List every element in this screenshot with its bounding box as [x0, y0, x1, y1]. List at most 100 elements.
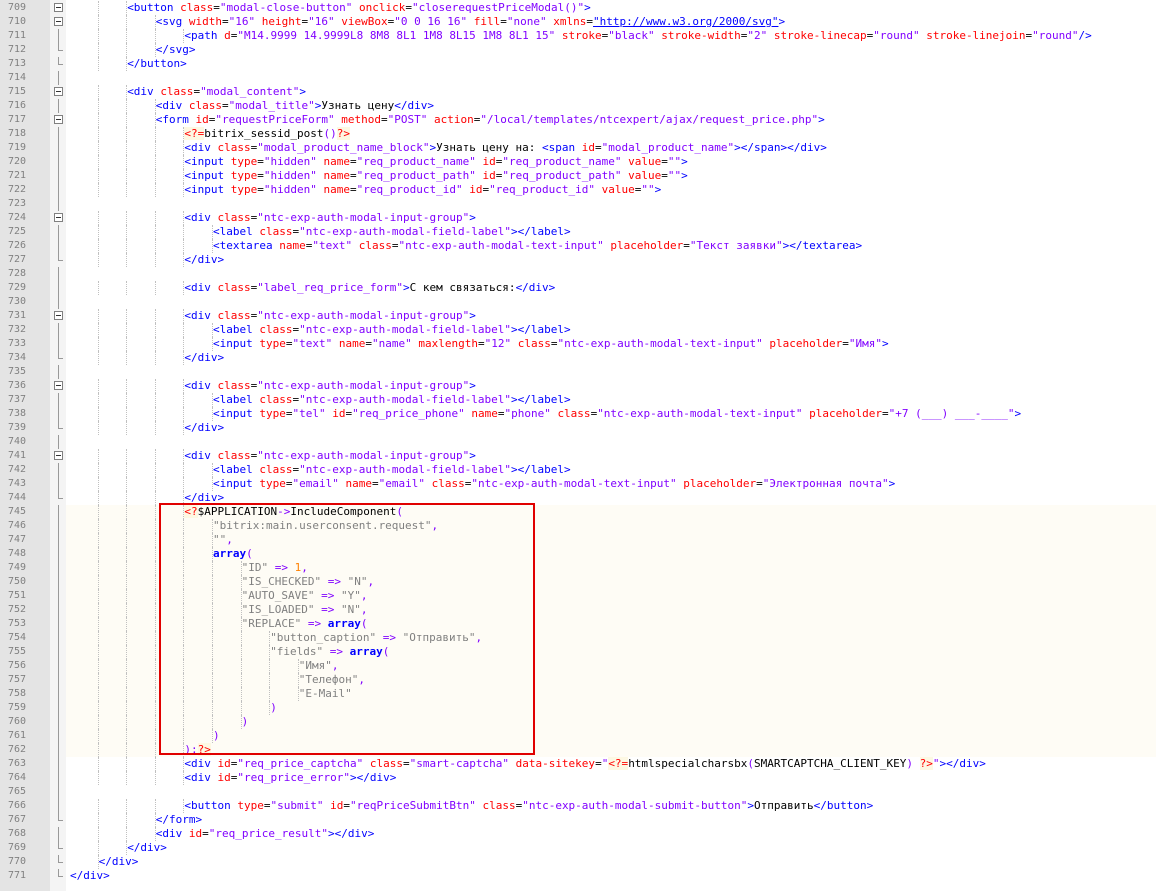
code-line[interactable]: 739 </div>: [0, 421, 1156, 435]
code-line[interactable]: 768 <div id="req_price_result"></div>: [0, 827, 1156, 841]
code-line[interactable]: 752 "IS_LOADED" => "N",: [0, 603, 1156, 617]
code-line[interactable]: 710 <svg width="16" height="16" viewBox="…: [0, 15, 1156, 29]
code-line[interactable]: 743 <input type="email" name="email" clas…: [0, 477, 1156, 491]
code-line[interactable]: 754 "button_caption" => "Отправить",: [0, 631, 1156, 645]
code-token: method: [341, 113, 382, 126]
code-line[interactable]: 763 <div id="req_price_captcha" class="sm…: [0, 757, 1156, 771]
code-editor[interactable]: 709 <button class="modal-close-button" on…: [0, 0, 1156, 891]
code-line[interactable]: 737 <label class="ntc-exp-auth-modal-fiel…: [0, 393, 1156, 407]
code-token: (: [360, 617, 368, 630]
code-line[interactable]: 759): [0, 701, 1156, 715]
fold-guide-icon: [58, 561, 59, 575]
code-line[interactable]: 753 "REPLACE" => array(: [0, 617, 1156, 631]
code-line[interactable]: 724 <div class="ntc-exp-auth-modal-input-…: [0, 211, 1156, 225]
code-token: "phone": [504, 407, 551, 420]
fold-toggle-icon[interactable]: [54, 213, 63, 222]
code-line[interactable]: 764 <div id="req_price_error"></div>: [0, 771, 1156, 785]
code-line[interactable]: 717 <form id="requestPriceForm" method="P…: [0, 113, 1156, 127]
code-line[interactable]: 711 <path d="M14.9999 14.9999L8 8M8 8L1 1…: [0, 29, 1156, 43]
fold-toggle-icon[interactable]: [54, 381, 63, 390]
code-token: >: [654, 183, 662, 196]
code-line[interactable]: 736 <div class="ntc-exp-auth-modal-input-…: [0, 379, 1156, 393]
code-line[interactable]: 762);?>: [0, 743, 1156, 757]
indent-guide: [212, 673, 213, 687]
code-line[interactable]: 718 <?=bitrix_sessid_post()?>: [0, 127, 1156, 141]
code-line[interactable]: 760): [0, 715, 1156, 729]
code-line[interactable]: 733 <input type="text" name="name" maxlen…: [0, 337, 1156, 351]
code-token: stroke: [561, 29, 602, 42]
code-line[interactable]: 756 "Имя",: [0, 659, 1156, 673]
code-line[interactable]: 727 </div>: [0, 253, 1156, 267]
code-line[interactable]: 745 <?$APPLICATION->IncludeComponent(: [0, 505, 1156, 519]
code-line[interactable]: 761): [0, 729, 1156, 743]
code-line[interactable]: 755 "fields" => array(: [0, 645, 1156, 659]
code-line[interactable]: 730: [0, 295, 1156, 309]
code-line[interactable]: 720 <input type="hidden" name="req_produc…: [0, 155, 1156, 169]
code-line[interactable]: 766 <button type="submit" id="reqPriceSub…: [0, 799, 1156, 813]
indent-guide: [97, 253, 99, 267]
fold-toggle-icon[interactable]: [54, 115, 63, 124]
code-line[interactable]: 744 </div>: [0, 491, 1156, 505]
code-line[interactable]: 771 </div>: [0, 869, 1156, 883]
code-line[interactable]: 716 <div class="modal_title">Узнать цену<…: [0, 99, 1156, 113]
code-line[interactable]: 713 </button>: [0, 57, 1156, 71]
code-line[interactable]: 721 <input type="hidden" name="req_produc…: [0, 169, 1156, 183]
code-line[interactable]: 735: [0, 365, 1156, 379]
code-line[interactable]: 765: [0, 785, 1156, 799]
code-line[interactable]: 747 "",: [0, 533, 1156, 547]
indent-guide: [97, 799, 99, 813]
code-token: =: [222, 15, 229, 28]
code-line[interactable]: 746 "bitrix:main.userconsent.request",: [0, 519, 1156, 533]
code-line[interactable]: 734 </div>: [0, 351, 1156, 365]
code-line[interactable]: 751 "AUTO_SAVE" => "Y",: [0, 589, 1156, 603]
code-line[interactable]: 770 </div>: [0, 855, 1156, 869]
indent-guide: [97, 155, 99, 169]
code-line[interactable]: 742 <label class="ntc-exp-auth-modal-fiel…: [0, 463, 1156, 477]
indent-guide: [154, 687, 156, 701]
code-line[interactable]: 715 <div class="modal_content">: [0, 85, 1156, 99]
code-text: </div>: [66, 841, 1156, 855]
code-line[interactable]: 719 <div class = "modal_product_name_block"…: [0, 141, 1156, 155]
code-line[interactable]: 729 <div class="label_req_price_form">С к…: [0, 281, 1156, 295]
code-line[interactable]: 757 "Телефон",: [0, 673, 1156, 687]
code-token: =: [257, 155, 264, 168]
code-line[interactable]: 749 "ID" => 1,: [0, 561, 1156, 575]
line-number: 742: [7, 464, 26, 475]
code-line[interactable]: 726 <textarea name="text" class="ntc-exp-…: [0, 239, 1156, 253]
code-line[interactable]: 740: [0, 435, 1156, 449]
code-token: "ntc-exp-auth-modal-text-input": [557, 337, 763, 350]
fold-toggle-icon[interactable]: [54, 17, 63, 26]
fold-toggle-icon[interactable]: [54, 451, 63, 460]
code-line[interactable]: 769 </div>: [0, 841, 1156, 855]
code-line[interactable]: 767 </form>: [0, 813, 1156, 827]
indent-guide: [154, 211, 156, 225]
code-line[interactable]: 723: [0, 197, 1156, 211]
code-tokens: <form id="requestPriceForm" method="POST…: [156, 113, 825, 127]
fold-toggle-icon[interactable]: [54, 311, 63, 320]
code-line[interactable]: 725 <label class="ntc-exp-auth-modal-fiel…: [0, 225, 1156, 239]
code-line[interactable]: 750 "IS_CHECKED" => "N",: [0, 575, 1156, 589]
code-tokens: <textarea name="text" class="ntc-exp-aut…: [213, 239, 862, 253]
code-line[interactable]: 722 <input type="hidden" name="req_produc…: [0, 183, 1156, 197]
code-line[interactable]: 709 <button class="modal-close-button" on…: [0, 1, 1156, 15]
code-line[interactable]: 731 <div class="ntc-exp-auth-modal-input-…: [0, 309, 1156, 323]
fold-toggle-icon[interactable]: [54, 87, 63, 96]
line-number: 766: [7, 800, 26, 811]
indent-guide: [126, 505, 128, 519]
code-line[interactable]: 748 array(: [0, 547, 1156, 561]
fold-toggle-icon[interactable]: [54, 3, 63, 12]
code-line[interactable]: 712 </svg>: [0, 43, 1156, 57]
line-number: 737: [7, 394, 26, 405]
code-line[interactable]: 728: [0, 267, 1156, 281]
code-line[interactable]: 758 "E-Mail": [0, 687, 1156, 701]
indent-guide: [126, 813, 128, 827]
code-line[interactable]: 714: [0, 71, 1156, 85]
code-line[interactable]: 741 <div class="ntc-exp-auth-modal-input-…: [0, 449, 1156, 463]
code-token: "+7 (___) ___-____": [888, 407, 1015, 420]
code-line[interactable]: 732 <label class="ntc-exp-auth-modal-fiel…: [0, 323, 1156, 337]
code-tokens: <input type="text" name="name" maxlength…: [213, 337, 889, 351]
code-line[interactable]: 738 <input type="tel" id="req_price_phone…: [0, 407, 1156, 421]
code-token: "N": [340, 603, 361, 616]
